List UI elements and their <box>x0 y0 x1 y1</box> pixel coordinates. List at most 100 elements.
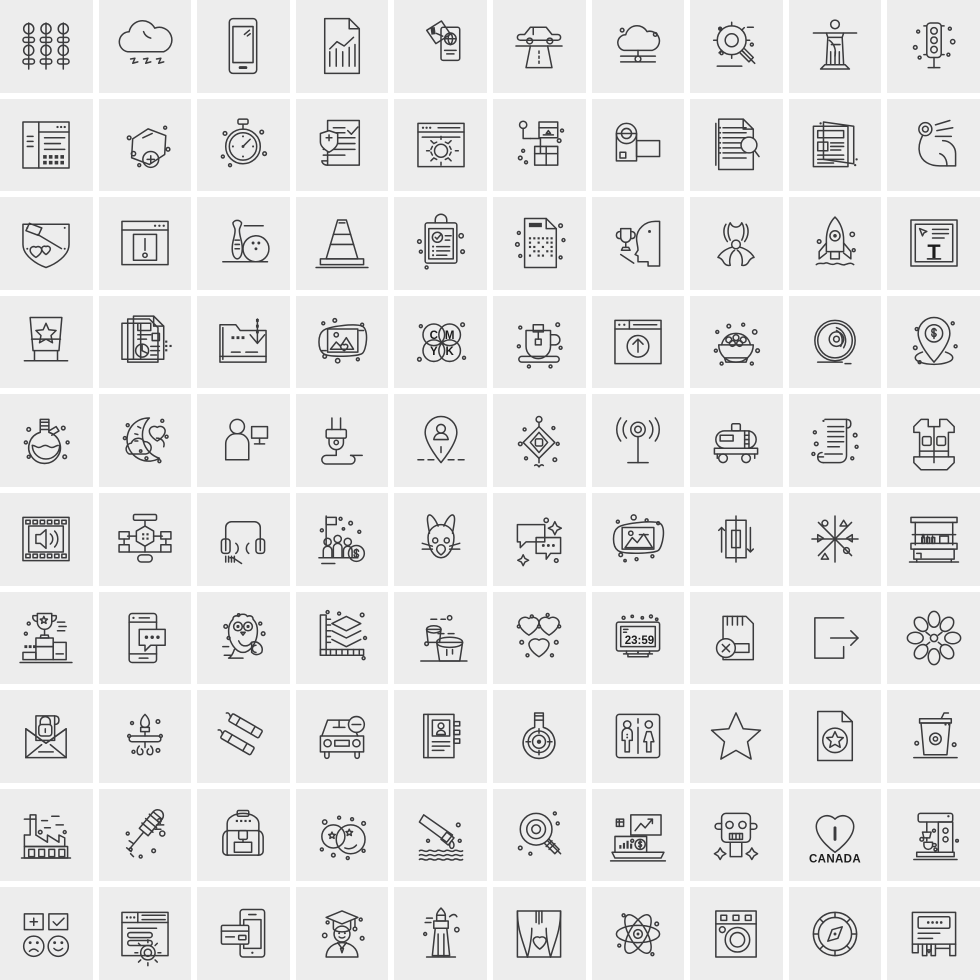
icon-cell-muscle-arm[interactable] <box>887 98 980 192</box>
icon-cell-text-tool[interactable]: T <box>887 197 980 290</box>
icon-cell-video-camera[interactable] <box>591 98 685 192</box>
icon-cell-waste-pipe[interactable] <box>394 788 487 882</box>
icon-cell-remove-car[interactable] <box>295 690 389 783</box>
icon-cell-vertical-align[interactable] <box>690 492 783 586</box>
icon-cell-gear-search[interactable] <box>690 0 783 93</box>
icon-cell-logout[interactable] <box>788 591 882 685</box>
icon-cell-flask-target[interactable] <box>492 690 586 783</box>
icon-cell-round-flask[interactable] <box>0 394 93 487</box>
icon-cell-star-banner[interactable] <box>0 295 93 389</box>
icon-cell-cmyk[interactable]: C M Y K <box>394 295 487 389</box>
icon-cell-mobile-payment[interactable] <box>197 887 290 980</box>
icon-cell-car-road[interactable] <box>492 0 586 93</box>
icon-cell-signal-antenna[interactable] <box>591 394 685 487</box>
icon-cell-atom[interactable] <box>591 887 685 980</box>
icon-cell-kite[interactable] <box>492 394 586 487</box>
icon-cell-clipboard-checklist[interactable] <box>394 197 487 290</box>
icon-cell-mobile-chat[interactable] <box>98 591 192 685</box>
icon-cell-browser-alert[interactable] <box>98 197 192 290</box>
icon-cell-crowdfunding[interactable] <box>295 492 389 586</box>
icon-cell-tanker-wagon[interactable] <box>690 394 783 487</box>
icon-cell-i-love-canada[interactable]: CANADA <box>788 788 882 882</box>
icon-cell-life-jacket[interactable] <box>887 394 980 487</box>
icon-cell-photo-frame[interactable] <box>295 295 389 389</box>
icon-cell-food-bowl[interactable] <box>690 295 783 389</box>
icon-cell-power-plug[interactable] <box>295 394 389 487</box>
icon-cell-image-gallery[interactable] <box>591 492 685 586</box>
icon-cell-browser-settings[interactable] <box>394 98 487 192</box>
icon-cell-browser-upload[interactable] <box>591 295 685 389</box>
icon-cell-tree-stump[interactable] <box>394 591 487 685</box>
icon-cell-sd-card-remove[interactable] <box>690 591 783 685</box>
icon-cell-dashboard-window[interactable] <box>0 98 93 192</box>
icon-cell-tea-cup[interactable] <box>492 295 586 389</box>
icon-cell-network-hierarchy[interactable] <box>98 492 192 586</box>
icon-cell-dynamite[interactable] <box>197 690 290 783</box>
icon-cell-document-qr[interactable] <box>492 197 586 290</box>
icon-cell-restroom-sign[interactable] <box>591 690 685 783</box>
icon-cell-money-location[interactable] <box>887 295 980 389</box>
icon-cell-add-tag[interactable] <box>98 98 192 192</box>
icon-cell-laptop-analytics[interactable] <box>591 788 685 882</box>
icon-cell-honey-dipper[interactable] <box>98 788 192 882</box>
icon-cell-traffic-light[interactable] <box>887 0 980 93</box>
icon-cell-rocket-launch[interactable] <box>788 197 882 290</box>
icon-cell-traffic-cone[interactable] <box>295 197 389 290</box>
icon-cell-vinyl-record[interactable] <box>788 295 882 389</box>
icon-cell-burst-shapes[interactable] <box>788 492 882 586</box>
icon-cell-document-bar-chart[interactable] <box>295 0 389 93</box>
icon-cell-trophy-podium[interactable] <box>0 591 93 685</box>
icon-cell-favorite-file[interactable] <box>788 690 882 783</box>
icon-cell-certificate-terminal[interactable] <box>887 887 980 980</box>
icon-cell-espresso-machine[interactable] <box>887 788 980 882</box>
icon-cell-film-audio[interactable] <box>0 492 93 586</box>
icon-cell-graduate-student[interactable] <box>295 887 389 980</box>
icon-cell-flower-wreath[interactable] <box>887 591 980 685</box>
icon-cell-rabbit-face[interactable] <box>394 492 487 586</box>
icon-cell-moon-heart[interactable] <box>98 394 192 487</box>
icon-cell-sitemap-diagram[interactable] <box>492 98 586 192</box>
icon-cell-magnifier-target[interactable] <box>492 788 586 882</box>
icon-cell-minaret-tower[interactable] <box>394 887 487 980</box>
icon-cell-insurance-document[interactable] <box>295 98 389 192</box>
icon-cell-hammer-shield[interactable] <box>0 197 93 290</box>
icon-cell-coffee-cup-lid[interactable] <box>887 690 980 783</box>
icon-cell-newspaper[interactable] <box>788 98 882 192</box>
icon-cell-headphone-device[interactable] <box>197 492 290 586</box>
icon-cell-christ-redeemer[interactable] <box>788 0 882 93</box>
icon-cell-robot-head[interactable] <box>690 788 783 882</box>
icon-cell-person-presentation[interactable] <box>197 394 290 487</box>
icon-cell-cloud-network[interactable] <box>591 0 685 93</box>
icon-cell-soap-bubbles[interactable] <box>295 788 389 882</box>
icon-cell-factory[interactable] <box>0 788 93 882</box>
icon-cell-folder-download[interactable] <box>197 295 290 389</box>
icon-cell-web-settings[interactable] <box>98 887 192 980</box>
icon-cell-document-search[interactable] <box>690 98 783 192</box>
icon-cell-digital-clock[interactable]: 23:59 <box>591 591 685 685</box>
icon-cell-head-trophy[interactable] <box>591 197 685 290</box>
icon-cell-scroll-document[interactable] <box>788 394 882 487</box>
icon-cell-biohazard[interactable] <box>690 197 783 290</box>
icon-cell-star[interactable] <box>690 690 783 783</box>
icon-cell-abacus-beads[interactable] <box>0 0 93 93</box>
icon-cell-secure-mail[interactable] <box>0 690 93 783</box>
icon-cell-bowling[interactable] <box>197 197 290 290</box>
icon-cell-stopwatch[interactable] <box>197 98 290 192</box>
icon-cell-backpack[interactable] <box>197 788 290 882</box>
icon-cell-compass[interactable] <box>788 887 882 980</box>
icon-cell-feedback-rating[interactable] <box>0 887 93 980</box>
icon-cell-three-hearts[interactable] <box>492 591 586 685</box>
icon-cell-storm-cloud-lightning[interactable] <box>98 0 192 93</box>
icon-cell-contact-book[interactable] <box>394 690 487 783</box>
icon-cell-report-documents[interactable] <box>98 295 192 389</box>
icon-cell-user-location-pin[interactable] <box>394 394 487 487</box>
icon-cell-chat-bubbles[interactable] <box>492 492 586 586</box>
icon-cell-smartphone[interactable] <box>197 0 290 93</box>
icon-cell-layers-ruler[interactable] <box>295 591 389 685</box>
icon-cell-torch-lamp[interactable] <box>98 690 192 783</box>
icon-cell-market-stall[interactable] <box>887 492 980 586</box>
icon-cell-washing-machine[interactable] <box>690 887 783 980</box>
icon-cell-passport-ticket[interactable] <box>394 0 487 93</box>
icon-cell-theater-curtain[interactable] <box>492 887 586 980</box>
icon-cell-owl[interactable] <box>197 591 290 685</box>
